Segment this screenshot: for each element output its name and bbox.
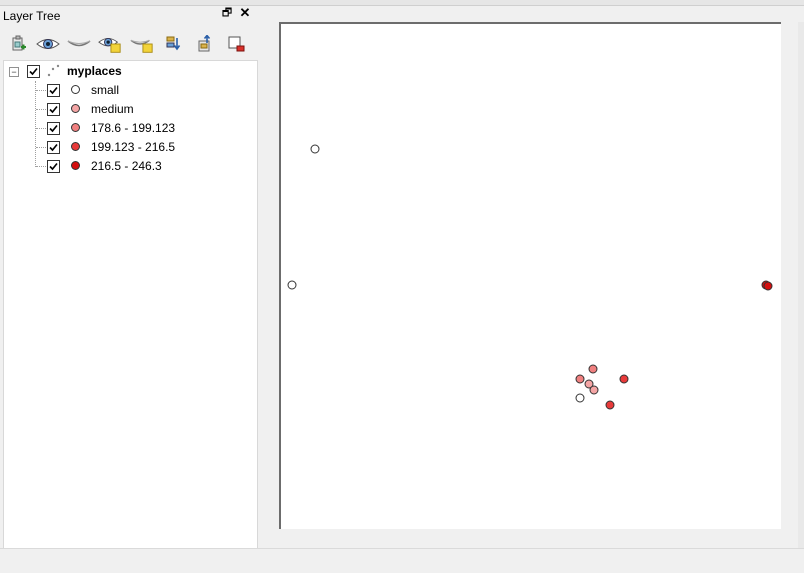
- class-checkbox-range-1[interactable]: [47, 122, 60, 135]
- layer-tree-panel: Layer Tree 🗗 ✕ − myplaces small medium 1…: [0, 5, 258, 550]
- class-symbol-medium: [71, 104, 80, 113]
- layer-tree: − myplaces small medium 178.6 - 199.123 …: [3, 60, 258, 550]
- class-checkbox-small[interactable]: [47, 84, 60, 97]
- hide-all-layers-icon: [67, 40, 91, 47]
- tree-connector: [36, 90, 46, 91]
- checkmark-icon: [49, 105, 58, 114]
- layer-row-myplaces[interactable]: myplaces: [4, 62, 254, 80]
- add-group-button[interactable]: [6, 33, 30, 55]
- tree-connector: [36, 128, 46, 129]
- legend-class-row[interactable]: 178.6 - 199.123: [4, 119, 254, 137]
- checkmark-icon: [29, 67, 38, 76]
- hide-selected-layers-icon: [130, 39, 153, 53]
- map-canvas[interactable]: [279, 22, 781, 529]
- bottom-strip: [0, 548, 804, 573]
- class-symbol-small: [71, 85, 80, 94]
- class-symbol-range-2: [71, 142, 80, 151]
- class-label: 199.123 - 216.5: [91, 140, 176, 154]
- class-checkbox-range-2[interactable]: [47, 141, 60, 154]
- class-checkbox-range-3[interactable]: [47, 160, 60, 173]
- tree-connector: [36, 166, 46, 167]
- add-group-icon: [12, 35, 26, 51]
- map-point-high[interactable]: [763, 281, 773, 291]
- map-point-upper[interactable]: [619, 374, 629, 384]
- class-label: medium: [91, 102, 134, 116]
- legend-class-row[interactable]: 216.5 - 246.3: [4, 157, 254, 175]
- checkmark-icon: [49, 124, 58, 133]
- hide-selected-button[interactable]: [130, 33, 154, 55]
- filter-legend-button[interactable]: [161, 33, 185, 55]
- remove-layer-button[interactable]: [224, 33, 248, 55]
- map-point-mid[interactable]: [575, 374, 585, 384]
- show-all-button[interactable]: [36, 33, 60, 55]
- show-all-layers-icon: [36, 39, 60, 49]
- map-point-small[interactable]: [310, 144, 320, 154]
- map-point-small[interactable]: [575, 393, 585, 403]
- class-label: small: [91, 83, 120, 97]
- map-point-medium[interactable]: [589, 385, 599, 395]
- show-selected-button[interactable]: [98, 33, 122, 55]
- map-point-upper[interactable]: [605, 400, 615, 410]
- layer-visibility-checkbox[interactable]: [27, 65, 40, 78]
- class-symbol-range-3: [71, 161, 80, 170]
- show-selected-layers-icon: [98, 38, 121, 53]
- class-checkbox-medium[interactable]: [47, 103, 60, 116]
- checkmark-icon: [49, 143, 58, 152]
- tree-connector: [36, 147, 46, 148]
- class-label: 216.5 - 246.3: [91, 159, 162, 173]
- right-edge-panel: [798, 22, 804, 572]
- layer-name: myplaces: [67, 64, 122, 78]
- expand-all-button[interactable]: [193, 33, 217, 55]
- checkmark-icon: [49, 162, 58, 171]
- map-point-small[interactable]: [287, 280, 297, 290]
- remove-layer-icon: [228, 36, 245, 52]
- float-panel-button[interactable]: 🗗: [221, 7, 233, 19]
- expand-all-icon: [198, 35, 211, 52]
- hide-all-button[interactable]: [67, 33, 91, 55]
- tree-connector: [36, 109, 46, 110]
- checkmark-icon: [49, 86, 58, 95]
- panel-title: Layer Tree: [3, 9, 61, 23]
- legend-class-row[interactable]: medium: [4, 100, 254, 118]
- map-points-layer: [287, 144, 773, 410]
- legend-class-row[interactable]: 199.123 - 216.5: [4, 138, 254, 156]
- legend-class-row[interactable]: small: [4, 81, 254, 99]
- filter-legend-icon: [166, 36, 181, 51]
- class-symbol-range-1: [71, 123, 80, 132]
- close-panel-button[interactable]: ✕: [239, 6, 251, 20]
- map-point-mid[interactable]: [588, 364, 598, 374]
- panel-splitter[interactable]: [258, 5, 278, 550]
- class-label: 178.6 - 199.123: [91, 121, 176, 135]
- point-layer-icon: [47, 64, 60, 77]
